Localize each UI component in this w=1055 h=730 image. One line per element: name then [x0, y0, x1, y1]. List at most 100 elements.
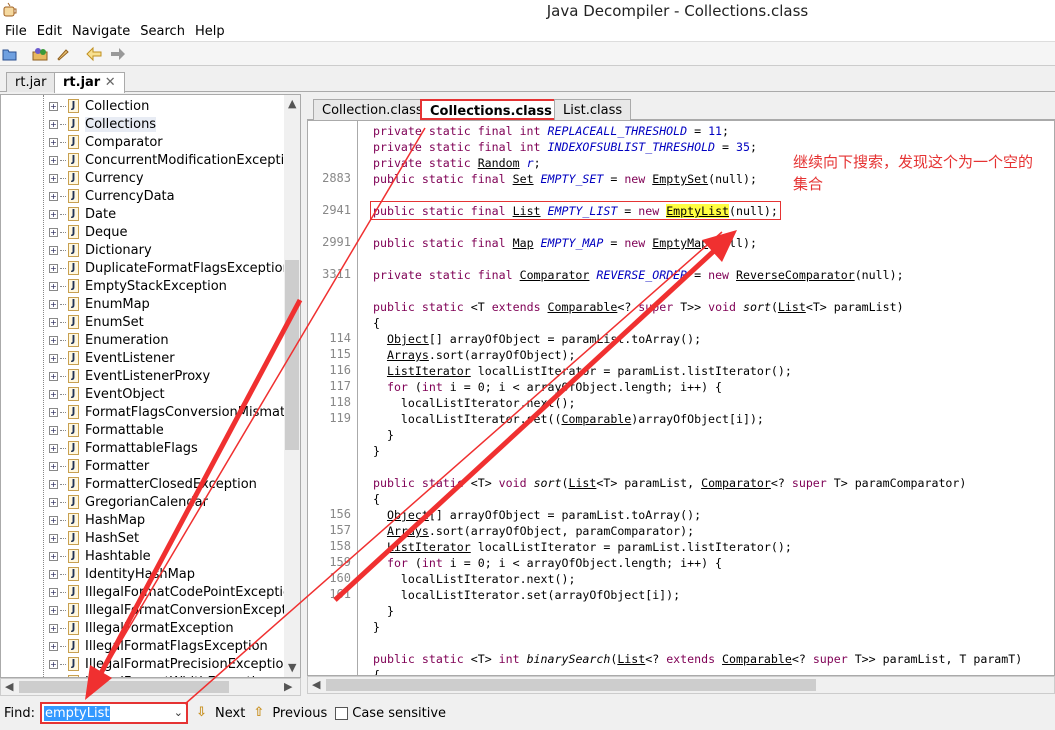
expand-icon[interactable]: + [49, 515, 58, 525]
expand-icon[interactable]: + [49, 605, 58, 615]
code-token[interactable]: Comparator [701, 476, 771, 490]
tab-rt-jar-2[interactable]: rt.jar ✕ [54, 72, 125, 93]
expand-icon[interactable]: + [49, 245, 58, 255]
tree-item[interactable]: + J IllegalFormatPrecisionException [49, 655, 292, 673]
tree-item[interactable]: + J Comparator [49, 133, 163, 151]
code-token[interactable]: Arrays [387, 524, 429, 538]
expand-icon[interactable]: + [49, 659, 58, 669]
expand-icon[interactable]: + [49, 443, 58, 453]
tree-item[interactable]: + J IdentityHashMap [49, 565, 195, 583]
expand-icon[interactable]: + [49, 299, 58, 309]
scroll-left-icon[interactable]: ◀ [312, 678, 320, 691]
scroll-right-icon[interactable]: ▶ [284, 680, 292, 693]
tree-item[interactable]: + J Collection [49, 97, 149, 115]
tree-item[interactable]: + J EventListenerProxy [49, 367, 210, 385]
tree-item[interactable]: + J Deque [49, 223, 128, 241]
code-token[interactable]: EmptyMap [652, 236, 708, 250]
expand-icon[interactable]: + [49, 281, 58, 291]
tree-item[interactable]: + J Formatter [49, 457, 149, 475]
expand-icon[interactable]: + [49, 587, 58, 597]
tree-item[interactable]: + J IllegalFormatException [49, 619, 234, 637]
tree-item[interactable]: + J EnumMap [49, 295, 150, 313]
menu-search[interactable]: Search [135, 22, 190, 39]
tree-item[interactable]: + J Date [49, 205, 116, 223]
scroll-left-icon[interactable]: ◀ [5, 680, 13, 693]
expand-icon[interactable]: + [49, 641, 58, 651]
code-token[interactable]: Comparable [548, 300, 618, 314]
scroll-thumb[interactable] [285, 260, 299, 450]
tree-item[interactable]: + J Currency [49, 169, 144, 187]
tree-vertical-scrollbar[interactable]: ▲ ▼ [284, 95, 300, 677]
tree-item[interactable]: + J CurrencyData [49, 187, 175, 205]
menu-edit[interactable]: Edit [32, 22, 67, 39]
code-token[interactable]: Object [387, 508, 429, 522]
tree-item[interactable]: + J FormatFlagsConversionMismatchE [49, 403, 300, 421]
code-token[interactable]: ListIterator [387, 540, 471, 554]
code-token[interactable]: Comparator [520, 268, 590, 282]
code-token[interactable]: Arrays [387, 348, 429, 362]
scroll-down-icon[interactable]: ▼ [288, 661, 296, 674]
tree-item[interactable]: + J GregorianCalendar [49, 493, 208, 511]
next-button[interactable]: ⇩ Next [196, 705, 245, 721]
tab-list-class[interactable]: List.class [554, 99, 632, 120]
close-icon[interactable]: ✕ [105, 75, 116, 90]
tree-item[interactable]: + J HashMap [49, 511, 145, 529]
tree-item[interactable]: + J Formattable [49, 421, 164, 439]
tree-item[interactable]: + J Hashtable [49, 547, 151, 565]
checkbox[interactable] [335, 706, 349, 720]
expand-icon[interactable]: + [49, 119, 58, 129]
expand-icon[interactable]: + [49, 551, 58, 561]
expand-icon[interactable]: + [49, 623, 58, 633]
tree-item[interactable]: + J Collections [49, 115, 157, 133]
expand-icon[interactable]: + [49, 353, 58, 363]
tree-item[interactable]: + J Enumeration [49, 331, 169, 349]
expand-icon[interactable]: + [49, 263, 58, 273]
expand-icon[interactable]: + [49, 173, 58, 183]
tab-rt-jar-1[interactable]: rt.jar [6, 72, 56, 92]
tree-item[interactable]: + J IllegalFormatCodePointException [49, 583, 299, 601]
previous-button[interactable]: ⇧ Previous [253, 705, 327, 721]
forward-arrow-icon[interactable] [110, 46, 126, 62]
expand-icon[interactable]: + [49, 407, 58, 417]
code-token[interactable]: Comparable [722, 652, 792, 666]
code-view[interactable]: 2883 2941 2991 3311 114 115 116 117 118 119 156 157… [307, 120, 1055, 676]
back-arrow-icon[interactable] [86, 46, 102, 62]
search-icon[interactable] [55, 46, 71, 62]
code-token[interactable]: Random [478, 156, 520, 170]
tree-item[interactable]: + J HashSet [49, 529, 139, 547]
code-horizontal-scrollbar[interactable]: ◀ [307, 676, 1055, 694]
expand-icon[interactable]: + [49, 317, 58, 327]
expand-icon[interactable]: + [49, 497, 58, 507]
tab-collection-class[interactable]: Collection.class [313, 99, 432, 120]
expand-icon[interactable]: + [49, 137, 58, 147]
expand-icon[interactable]: + [49, 155, 58, 165]
expand-icon[interactable]: + [49, 227, 58, 237]
scroll-up-icon[interactable]: ▲ [288, 97, 296, 110]
code-token[interactable]: Comparable [561, 412, 631, 426]
scroll-thumb[interactable] [19, 681, 229, 693]
expand-icon[interactable]: + [49, 335, 58, 345]
expand-icon[interactable]: + [49, 209, 58, 219]
tree-item[interactable]: + J EventListener [49, 349, 175, 367]
code-token[interactable]: List [778, 300, 806, 314]
case-sensitive-checkbox[interactable]: Case sensitive [335, 706, 446, 721]
code-token[interactable]: List [568, 476, 596, 490]
expand-icon[interactable]: + [49, 533, 58, 543]
expand-icon[interactable]: + [49, 569, 58, 579]
code-token[interactable]: ReverseComparator [736, 268, 855, 282]
tree-item[interactable]: + J IllegalFormatConversionException [49, 601, 300, 619]
menu-help[interactable]: Help [190, 22, 230, 39]
code-token[interactable]: Object [387, 332, 429, 346]
tree-item[interactable]: + J IllegalFormatFlagsException [49, 637, 268, 655]
tree-item[interactable]: + J FormatterClosedException [49, 475, 257, 493]
tree-horizontal-scrollbar[interactable]: ◀ ▶ [0, 678, 301, 696]
tree-item[interactable]: + J EnumSet [49, 313, 144, 331]
open-folder-icon[interactable] [2, 46, 18, 62]
tree-item[interactable]: + J EventObject [49, 385, 165, 403]
expand-icon[interactable]: + [49, 371, 58, 381]
menu-file[interactable]: File [0, 22, 32, 39]
code-token[interactable]: EmptySet [652, 172, 708, 186]
expand-icon[interactable]: + [49, 101, 58, 111]
find-input[interactable]: emptyList ⌄ [40, 702, 189, 724]
expand-icon[interactable]: + [49, 461, 58, 471]
